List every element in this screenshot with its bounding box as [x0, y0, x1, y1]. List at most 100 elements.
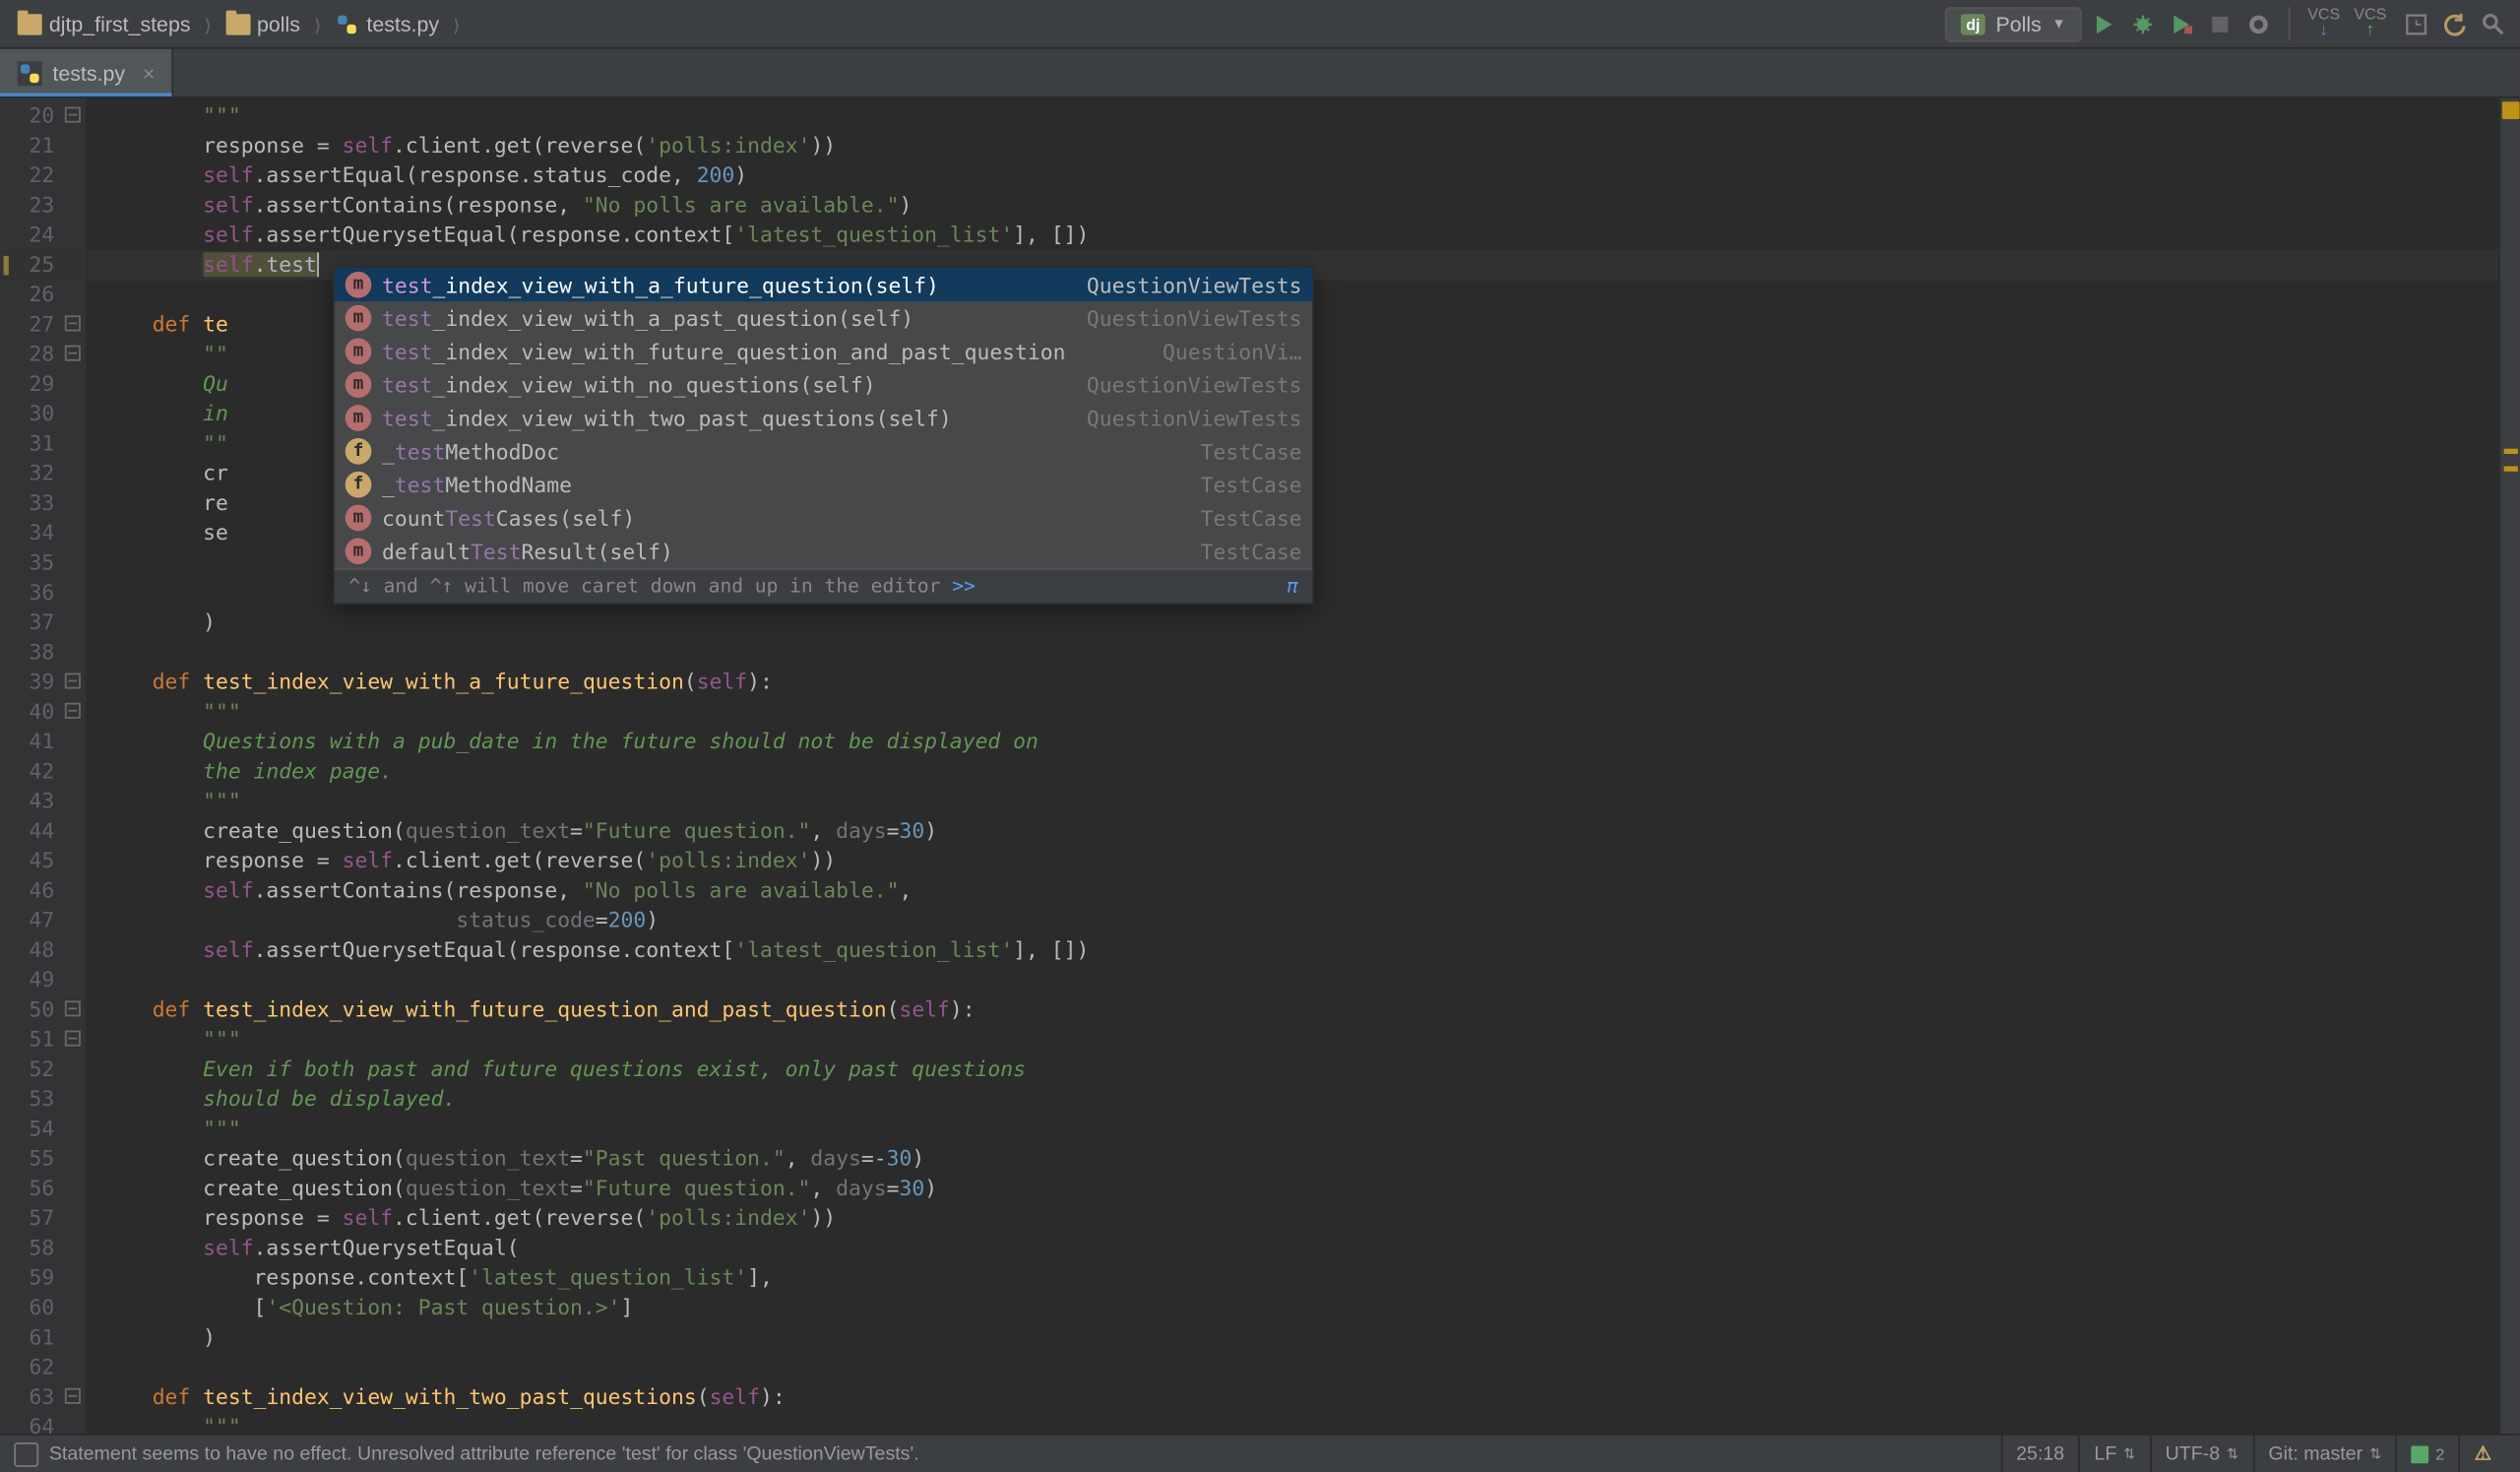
vcs-update-button[interactable]: VCS↓	[2300, 7, 2347, 40]
code-line[interactable]: response = self.client.get(reverse('poll…	[88, 1204, 2498, 1234]
line-number[interactable]: 59	[0, 1263, 86, 1293]
line-number[interactable]: 38	[0, 638, 86, 668]
completion-item[interactable]: mdefaultTestResult(self)TestCase	[335, 535, 1312, 568]
tab-tests-py[interactable]: tests.py ×	[0, 49, 174, 96]
line-number[interactable]: 29	[0, 370, 86, 400]
line-number[interactable]: 41	[0, 728, 86, 757]
fold-toggle-icon[interactable]	[65, 107, 81, 123]
completion-item[interactable]: mtest_index_view_with_no_questions(self)…	[335, 368, 1312, 402]
line-number[interactable]: 61	[0, 1323, 86, 1353]
code-area[interactable]: """ response = self.client.get(reverse('…	[88, 98, 2498, 1434]
code-line[interactable]: create_question(question_text="Past ques…	[88, 1144, 2498, 1174]
line-number[interactable]: 63	[0, 1382, 86, 1412]
code-line[interactable]: should be displayed.	[88, 1085, 2498, 1115]
fold-toggle-icon[interactable]	[65, 1388, 81, 1404]
completion-item[interactable]: mtest_index_view_with_two_past_questions…	[335, 402, 1312, 435]
line-number[interactable]: 21	[0, 132, 86, 161]
completion-item[interactable]: mtest_index_view_with_a_past_question(se…	[335, 301, 1312, 335]
line-number[interactable]: 22	[0, 161, 86, 191]
line-number[interactable]: 50	[0, 995, 86, 1025]
line-number[interactable]: 37	[0, 608, 86, 638]
code-line[interactable]: Even if both past and future questions e…	[88, 1056, 2498, 1085]
code-line[interactable]	[88, 1353, 2498, 1382]
breadcrumb-file[interactable]: tests.py	[328, 8, 446, 39]
code-line[interactable]: response.context['latest_question_list']…	[88, 1263, 2498, 1293]
run-config-selector[interactable]: dj Polls ▼	[1945, 6, 2082, 41]
code-line[interactable]: self.assertContains(response, "No polls …	[88, 191, 2498, 221]
line-number[interactable]: 51	[0, 1025, 86, 1055]
line-number[interactable]: 25	[0, 251, 86, 281]
line-number[interactable]: 20	[0, 101, 86, 131]
line-number[interactable]: 60	[0, 1294, 86, 1323]
stop-button[interactable]	[2204, 8, 2236, 39]
line-number[interactable]: 57	[0, 1204, 86, 1234]
line-number[interactable]: 56	[0, 1175, 86, 1204]
code-line[interactable]: response = self.client.get(reverse('poll…	[88, 132, 2498, 161]
line-number[interactable]: 27	[0, 310, 86, 340]
line-number[interactable]: 48	[0, 936, 86, 966]
completion-item[interactable]: mcountTestCases(self)TestCase	[335, 501, 1312, 535]
completion-item[interactable]: f_testMethodNameTestCase	[335, 468, 1312, 501]
code-line[interactable]: create_question(question_text="Future qu…	[88, 1175, 2498, 1204]
fold-toggle-icon[interactable]	[65, 1000, 81, 1016]
completion-item[interactable]: mtest_index_view_with_a_future_question(…	[335, 268, 1312, 301]
run-button[interactable]	[2089, 8, 2120, 39]
code-line[interactable]: )	[88, 608, 2498, 638]
line-number[interactable]: 40	[0, 697, 86, 727]
code-line[interactable]	[88, 638, 2498, 668]
fold-toggle-icon[interactable]	[65, 703, 81, 719]
line-number[interactable]: 43	[0, 787, 86, 816]
fold-toggle-icon[interactable]	[65, 315, 81, 331]
code-line[interactable]: """	[88, 787, 2498, 816]
code-line[interactable]: self.assertQuerysetEqual(response.contex…	[88, 221, 2498, 250]
code-line[interactable]: status_code=200)	[88, 906, 2498, 935]
code-line[interactable]: self.assertQuerysetEqual(response.contex…	[88, 936, 2498, 966]
debug-button[interactable]	[2127, 8, 2159, 39]
line-number[interactable]: 58	[0, 1234, 86, 1263]
completion-item[interactable]: mtest_index_view_with_future_question_an…	[335, 335, 1312, 368]
line-number[interactable]: 52	[0, 1056, 86, 1085]
line-number[interactable]: 54	[0, 1115, 86, 1144]
line-number[interactable]: 42	[0, 757, 86, 787]
error-stripe[interactable]	[2498, 98, 2519, 1434]
line-number[interactable]: 53	[0, 1085, 86, 1115]
error-stripe-marker[interactable]	[2504, 107, 2518, 112]
code-line[interactable]: create_question(question_text="Future qu…	[88, 816, 2498, 846]
fold-toggle-icon[interactable]	[65, 673, 81, 689]
code-line[interactable]: Questions with a pub_date in the future …	[88, 728, 2498, 757]
fold-toggle-icon[interactable]	[65, 1031, 81, 1047]
search-everywhere-button[interactable]	[2478, 8, 2509, 39]
line-number[interactable]: 44	[0, 816, 86, 846]
close-icon[interactable]: ×	[143, 60, 155, 85]
line-number[interactable]: 47	[0, 906, 86, 935]
code-line[interactable]: """	[88, 1413, 2498, 1442]
line-number[interactable]: 31	[0, 429, 86, 459]
code-line[interactable]: self.assertContains(response, "No polls …	[88, 876, 2498, 906]
fold-toggle-icon[interactable]	[65, 346, 81, 361]
code-line[interactable]	[88, 966, 2498, 995]
hint-more-link[interactable]: >>	[952, 575, 976, 598]
error-stripe-marker[interactable]	[2504, 466, 2518, 471]
line-number[interactable]: 24	[0, 221, 86, 250]
line-number[interactable]: 46	[0, 876, 86, 906]
error-stripe-marker[interactable]	[2504, 449, 2518, 454]
code-line[interactable]: """	[88, 1115, 2498, 1144]
run-with-coverage-button[interactable]	[2166, 8, 2197, 39]
code-line[interactable]: the index page.	[88, 757, 2498, 787]
tool-window-button[interactable]	[14, 1441, 38, 1466]
line-number[interactable]: 49	[0, 966, 86, 995]
pi-icon[interactable]: π	[1287, 570, 1298, 604]
line-number[interactable]: 55	[0, 1144, 86, 1174]
line-number[interactable]: 28	[0, 340, 86, 369]
completion-popup[interactable]: mtest_index_view_with_a_future_question(…	[333, 267, 1314, 606]
vcs-commit-button[interactable]: VCS↑	[2347, 7, 2393, 40]
line-number[interactable]: 32	[0, 459, 86, 488]
code-line[interactable]: """	[88, 1025, 2498, 1055]
line-number[interactable]: 26	[0, 281, 86, 310]
revert-button[interactable]	[2439, 8, 2471, 39]
line-number[interactable]: 62	[0, 1353, 86, 1382]
code-line[interactable]: response = self.client.get(reverse('poll…	[88, 847, 2498, 876]
code-line[interactable]: """	[88, 101, 2498, 131]
code-line[interactable]: """	[88, 697, 2498, 727]
line-number[interactable]: 36	[0, 578, 86, 608]
